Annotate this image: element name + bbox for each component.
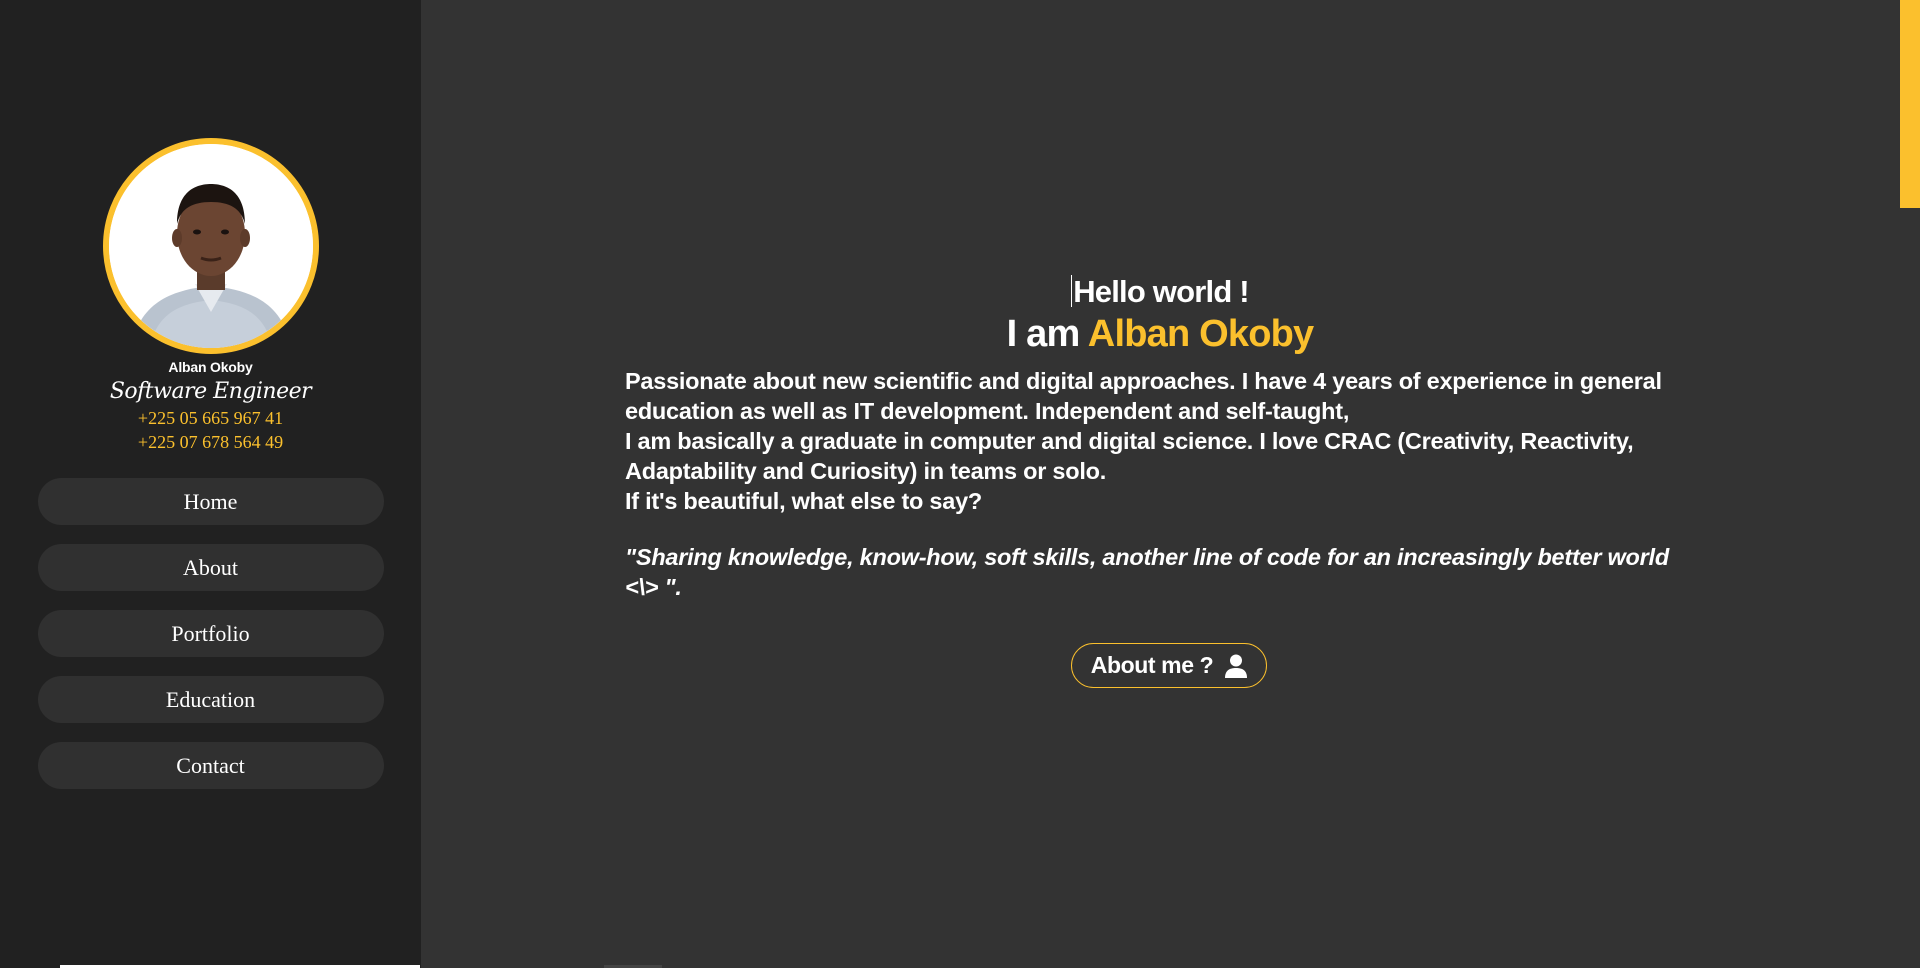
nav-item-portfolio[interactable]: Portfolio bbox=[37, 610, 384, 657]
scrollbar-thumb[interactable] bbox=[1900, 0, 1920, 208]
bio-years: 4 bbox=[1313, 368, 1326, 394]
nav-item-about[interactable]: About bbox=[37, 544, 384, 591]
profile-role: Software Engineer bbox=[109, 379, 312, 404]
hero-section: Hello world ! I am Alban Okoby Passionat… bbox=[625, 272, 1695, 602]
bio-paragraph: I am basically a graduate in computer an… bbox=[625, 428, 1634, 484]
about-me-label: About me ? bbox=[1090, 652, 1214, 678]
phone-number[interactable]: +225 05 665 967 41 bbox=[138, 406, 283, 430]
sidebar: Alban Okoby Software Engineer +225 05 66… bbox=[0, 0, 421, 968]
greeting-text: Hello world ! bbox=[1073, 274, 1249, 309]
main-content: Hello world ! I am Alban Okoby Passionat… bbox=[421, 0, 1920, 968]
user-icon bbox=[1225, 654, 1248, 678]
bio-text: Passionate about new scientific and digi… bbox=[625, 366, 1695, 516]
intro-heading: I am Alban Okoby bbox=[625, 312, 1695, 356]
about-me-button[interactable]: About me ? bbox=[1071, 643, 1267, 688]
nav-item-home[interactable]: Home bbox=[37, 478, 384, 525]
greeting-heading: Hello world ! bbox=[625, 272, 1695, 312]
intro-prefix: I am bbox=[1006, 313, 1088, 355]
quote-text: "Sharing knowledge, know-how, soft skill… bbox=[625, 544, 1669, 600]
main-nav: Home About Portfolio Education Contact bbox=[37, 478, 384, 789]
page: Alban Okoby Software Engineer +225 05 66… bbox=[0, 0, 1920, 968]
nav-item-contact[interactable]: Contact bbox=[37, 742, 384, 789]
phone-list: +225 05 665 967 41 +225 07 678 564 49 bbox=[138, 406, 283, 454]
phone-number[interactable]: +225 07 678 564 49 bbox=[138, 430, 283, 454]
avatar bbox=[102, 138, 319, 354]
bio-paragraph: Passionate about new scientific and digi… bbox=[625, 366, 1695, 426]
bio-text-part: Passionate about new scientific and digi… bbox=[625, 368, 1314, 394]
avatar-photo bbox=[108, 144, 313, 348]
nav-item-education[interactable]: Education bbox=[37, 676, 384, 723]
bio-paragraph: If it's beautiful, what else to say? bbox=[625, 488, 982, 514]
intro-name: Alban Okoby bbox=[1087, 313, 1314, 355]
profile-name: Alban Okoby bbox=[168, 359, 253, 375]
